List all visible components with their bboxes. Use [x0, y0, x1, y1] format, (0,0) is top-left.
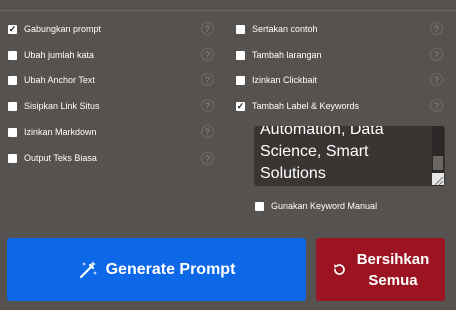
scrollbar-thumb[interactable]: [433, 156, 443, 170]
clear-all-button[interactable]: Bersihkan Semua: [316, 238, 445, 301]
top-divider: [0, 10, 456, 11]
checkbox[interactable]: [8, 101, 17, 111]
question-icon[interactable]: ?: [201, 125, 214, 138]
magic-wand-icon: [78, 260, 98, 280]
option-tambah-label-keywords[interactable]: ✓ Tambah Label & Keywords: [236, 96, 359, 116]
option-izinkan-markdown[interactable]: Izinkan Markdown: [8, 122, 97, 142]
generate-label: Generate Prompt: [105, 260, 236, 278]
checkbox[interactable]: [255, 201, 264, 211]
checkbox[interactable]: [236, 50, 245, 60]
keywords-text: Automation, Data Science, Smart Solution…: [260, 126, 384, 182]
option-label: Gunakan Keyword Manual: [271, 201, 378, 211]
option-ubah-anchor-text[interactable]: Ubah Anchor Text: [8, 70, 95, 90]
question-icon[interactable]: ?: [201, 22, 214, 35]
option-gunakan-keyword-manual[interactable]: Gunakan Keyword Manual: [255, 196, 377, 216]
option-label: Izinkan Markdown: [24, 127, 97, 137]
clear-label: Bersihkan Semua: [357, 249, 430, 291]
checkbox[interactable]: [8, 75, 17, 85]
question-icon[interactable]: ?: [430, 73, 443, 86]
checkbox[interactable]: ✓: [8, 24, 17, 34]
question-icon[interactable]: ?: [201, 48, 214, 61]
generate-prompt-button[interactable]: Generate Prompt: [7, 238, 306, 301]
option-label: Izinkan Clickbait: [252, 75, 318, 85]
option-output-teks-biasa[interactable]: Output Teks Biasa: [8, 148, 97, 168]
option-ubah-jumlah-kata[interactable]: Ubah jumlah kata: [8, 45, 94, 65]
checkbox[interactable]: [8, 50, 17, 60]
question-icon[interactable]: ?: [201, 73, 214, 86]
question-icon[interactable]: ?: [201, 152, 214, 165]
option-label: Sertakan contoh: [252, 24, 318, 34]
option-label: Output Teks Biasa: [24, 153, 97, 163]
checkbox[interactable]: [236, 24, 245, 34]
resize-handle-icon[interactable]: [432, 173, 444, 186]
option-label: Ubah Anchor Text: [24, 75, 95, 85]
checkbox[interactable]: [8, 127, 17, 137]
option-gabungkan-prompt[interactable]: ✓ Gabungkan prompt: [8, 19, 101, 39]
option-sertakan-contoh[interactable]: Sertakan contoh: [236, 19, 318, 39]
option-label: Tambah larangan: [252, 50, 322, 60]
keywords-textarea[interactable]: Automation, Data Science, Smart Solution…: [254, 126, 445, 186]
option-sisipkan-link-situs[interactable]: Sisipkan Link Situs: [8, 96, 100, 116]
refresh-icon: [332, 262, 347, 277]
checkbox[interactable]: [236, 75, 245, 85]
option-label: Sisipkan Link Situs: [24, 101, 100, 111]
clear-label-line2: Semua: [368, 271, 418, 289]
clear-label-line1: Bersihkan: [356, 250, 430, 268]
option-label: Gabungkan prompt: [24, 24, 102, 34]
option-label: Tambah Label & Keywords: [252, 101, 360, 111]
checkbox[interactable]: [8, 153, 17, 163]
option-label: Ubah jumlah kata: [24, 50, 95, 60]
option-izinkan-clickbait[interactable]: Izinkan Clickbait: [236, 70, 317, 90]
question-icon[interactable]: ?: [430, 48, 443, 61]
question-icon[interactable]: ?: [430, 22, 443, 35]
question-icon[interactable]: ?: [201, 99, 214, 112]
checkbox[interactable]: ✓: [236, 101, 245, 111]
option-tambah-larangan[interactable]: Tambah larangan: [236, 45, 322, 65]
question-icon[interactable]: ?: [430, 99, 443, 112]
